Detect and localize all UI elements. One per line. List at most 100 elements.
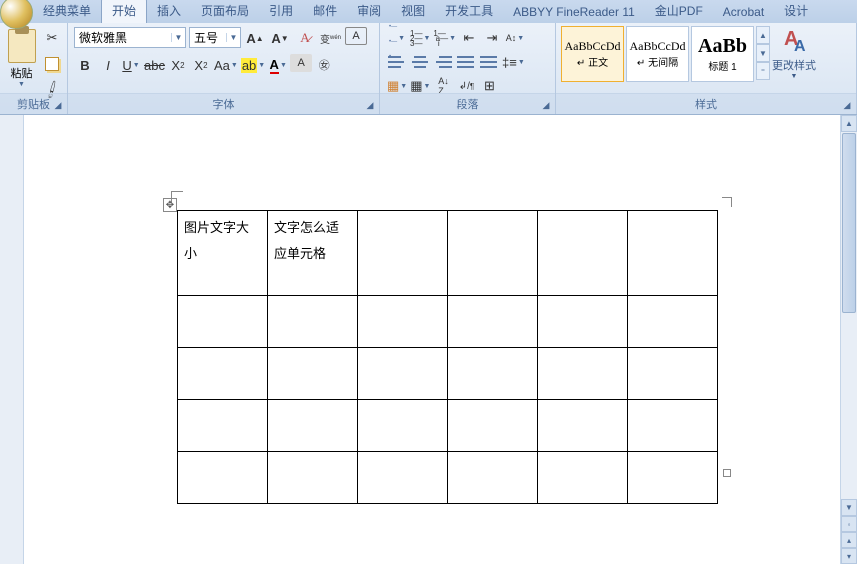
text-direction-button[interactable]: A↕▼ <box>504 27 526 49</box>
tab-view[interactable]: 视图 <box>391 0 435 23</box>
align-center-button[interactable] <box>409 51 431 73</box>
table-cell[interactable] <box>628 400 718 452</box>
bold-button[interactable]: B <box>74 54 96 76</box>
numbering-button[interactable]: 1—2—3—▼ <box>409 27 431 49</box>
paragraph-launcher[interactable]: ◢ <box>539 98 553 112</box>
enclose-char-button[interactable]: ㊛ <box>313 54 335 76</box>
font-family-combo[interactable]: 微软雅黑 ▼ <box>74 27 186 48</box>
document-table[interactable]: 图片文字大小 文字怎么适应单元格 <box>177 210 718 504</box>
document-body[interactable]: ✥ 图片文字大小 文字怎么适应单元格 <box>24 115 857 564</box>
table-row[interactable]: 图片文字大小 文字怎么适应单元格 <box>178 211 718 296</box>
browse-object-button[interactable]: ◦ <box>841 516 857 532</box>
cut-button[interactable]: ✂ <box>41 27 63 49</box>
table-cell[interactable] <box>448 296 538 348</box>
table-cell[interactable] <box>268 296 358 348</box>
table-cell[interactable] <box>628 296 718 348</box>
change-styles-button[interactable]: AA 更改样式 ▼ <box>771 25 817 80</box>
table-row[interactable] <box>178 400 718 452</box>
paste-button[interactable]: 粘贴 ▼ <box>4 25 39 91</box>
tab-review[interactable]: 审阅 <box>347 0 391 23</box>
tab-kingsoft-pdf[interactable]: 金山PDF <box>645 0 713 23</box>
table-cell[interactable] <box>628 452 718 504</box>
tab-abbyy[interactable]: ABBYY FineReader 11 <box>503 2 645 23</box>
vertical-ruler[interactable] <box>0 115 24 564</box>
vertical-scrollbar[interactable]: ▲ ▼ ◦ ▴ ▾ <box>840 115 857 564</box>
styles-launcher[interactable]: ◢ <box>840 98 854 112</box>
font-size-combo[interactable]: 五号 ▼ <box>189 27 241 48</box>
font-color-button[interactable]: A▼ <box>267 54 289 76</box>
tab-home[interactable]: 开始 <box>101 0 147 23</box>
scroll-down-button[interactable]: ▼ <box>841 499 857 516</box>
font-launcher[interactable]: ◢ <box>363 98 377 112</box>
tab-mailings[interactable]: 邮件 <box>303 0 347 23</box>
style-gallery-scroll[interactable]: ▲▼⁼ <box>756 26 770 80</box>
table-cell[interactable] <box>628 348 718 400</box>
table-row[interactable] <box>178 296 718 348</box>
strike-button[interactable]: abc <box>143 54 166 76</box>
justify-button[interactable] <box>455 51 477 73</box>
table-row[interactable] <box>178 348 718 400</box>
table-cell[interactable] <box>538 296 628 348</box>
grow-font-button[interactable]: A▲ <box>244 27 266 49</box>
distribute-button[interactable] <box>478 51 500 73</box>
table-cell[interactable] <box>448 211 538 296</box>
shrink-font-button[interactable]: A▼ <box>269 27 291 49</box>
phonetic-guide-button[interactable]: 变wén <box>319 27 342 49</box>
highlight-button[interactable]: ab▼ <box>240 54 266 76</box>
superscript-button[interactable]: X2 <box>190 54 212 76</box>
next-page-button[interactable]: ▾ <box>841 548 857 564</box>
table-cell[interactable] <box>358 296 448 348</box>
tab-layout[interactable]: 页面布局 <box>191 0 259 23</box>
table-cell[interactable] <box>358 211 448 296</box>
table-move-handle[interactable]: ✥ <box>163 198 177 212</box>
tab-acrobat[interactable]: Acrobat <box>713 2 774 23</box>
table-cell[interactable] <box>268 348 358 400</box>
tab-developer[interactable]: 开发工具 <box>435 0 503 23</box>
increase-indent-button[interactable]: ⇥ <box>481 27 503 49</box>
tab-classic[interactable]: 经典菜单 <box>33 0 101 23</box>
prev-page-button[interactable]: ▴ <box>841 532 857 548</box>
table-cell[interactable] <box>358 400 448 452</box>
table-cell[interactable] <box>178 348 268 400</box>
table-cell[interactable] <box>268 400 358 452</box>
style-normal[interactable]: AaBbCcDd ↵ 正文 <box>561 26 624 82</box>
tab-references[interactable]: 引用 <box>259 0 303 23</box>
table-cell[interactable] <box>628 211 718 296</box>
table-row[interactable] <box>178 452 718 504</box>
table-cell[interactable] <box>538 400 628 452</box>
table-cell[interactable] <box>448 400 538 452</box>
underline-button[interactable]: U▼ <box>120 54 142 76</box>
tab-design[interactable]: 设计 <box>774 0 818 23</box>
char-shading-button[interactable]: A <box>290 54 312 72</box>
table-resize-handle[interactable] <box>723 469 731 477</box>
change-case-button[interactable]: Aa▼ <box>213 54 239 76</box>
table-cell[interactable] <box>538 211 628 296</box>
tab-insert[interactable]: 插入 <box>147 0 191 23</box>
table-cell[interactable] <box>538 348 628 400</box>
table-cell[interactable] <box>178 296 268 348</box>
table-cell[interactable] <box>178 400 268 452</box>
table-cell[interactable] <box>538 452 628 504</box>
line-spacing-button[interactable]: ‡≡▼ <box>501 51 526 73</box>
bullets-button[interactable]: ▼ <box>386 27 408 49</box>
scroll-up-button[interactable]: ▲ <box>841 115 857 132</box>
table-cell[interactable] <box>448 348 538 400</box>
subscript-button[interactable]: X2 <box>167 54 189 76</box>
style-heading1[interactable]: AaBb 标题 1 <box>691 26 754 82</box>
char-border-button[interactable]: A <box>345 27 367 45</box>
decrease-indent-button[interactable]: ⇤ <box>458 27 480 49</box>
table-cell[interactable] <box>448 452 538 504</box>
clear-format-button[interactable]: A̷ <box>294 27 316 49</box>
italic-button[interactable]: I <box>97 54 119 76</box>
table-cell[interactable] <box>178 452 268 504</box>
style-nospacing[interactable]: AaBbCcDd ↵ 无间隔 <box>626 26 689 82</box>
scroll-thumb[interactable] <box>842 133 856 313</box>
align-right-button[interactable] <box>432 51 454 73</box>
page[interactable]: ✥ 图片文字大小 文字怎么适应单元格 <box>67 130 827 560</box>
table-cell[interactable]: 图片文字大小 <box>178 211 268 296</box>
table-cell[interactable] <box>358 452 448 504</box>
copy-button[interactable] <box>41 53 63 75</box>
clipboard-launcher[interactable]: ◢ <box>51 98 65 112</box>
table-cell[interactable] <box>268 452 358 504</box>
table-cell[interactable]: 文字怎么适应单元格 <box>268 211 358 296</box>
